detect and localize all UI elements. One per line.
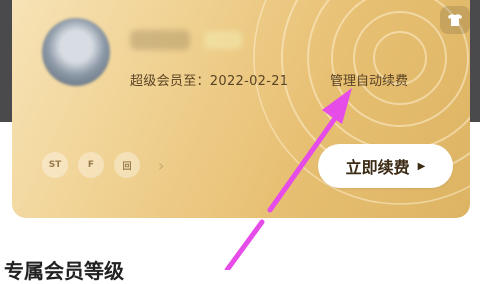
- manage-auto-renew-link[interactable]: 管理自动续费: [330, 70, 408, 89]
- t-shirt-icon[interactable]: [440, 6, 470, 34]
- benefits-more-chevron-icon[interactable]: ›: [158, 156, 164, 175]
- membership-expiry: 超级会员至：2022-02-21: [130, 74, 289, 89]
- benefit-icon-square[interactable]: 回: [114, 152, 140, 178]
- level-badge-blurred: [204, 31, 242, 49]
- benefit-icon-f[interactable]: F: [78, 152, 104, 178]
- avatar[interactable]: [42, 18, 110, 86]
- benefit-icon-st[interactable]: ST: [42, 152, 68, 178]
- play-arrow-icon: ▶: [417, 160, 426, 172]
- renew-button-label: 立即续费: [345, 158, 410, 177]
- renew-now-button[interactable]: 立即续费 ▶: [318, 144, 453, 188]
- username-blurred: [130, 30, 190, 50]
- membership-card: 超级会员至：2022-02-21 管理自动续费 ST F 回 › 立即续费 ▶: [12, 0, 470, 218]
